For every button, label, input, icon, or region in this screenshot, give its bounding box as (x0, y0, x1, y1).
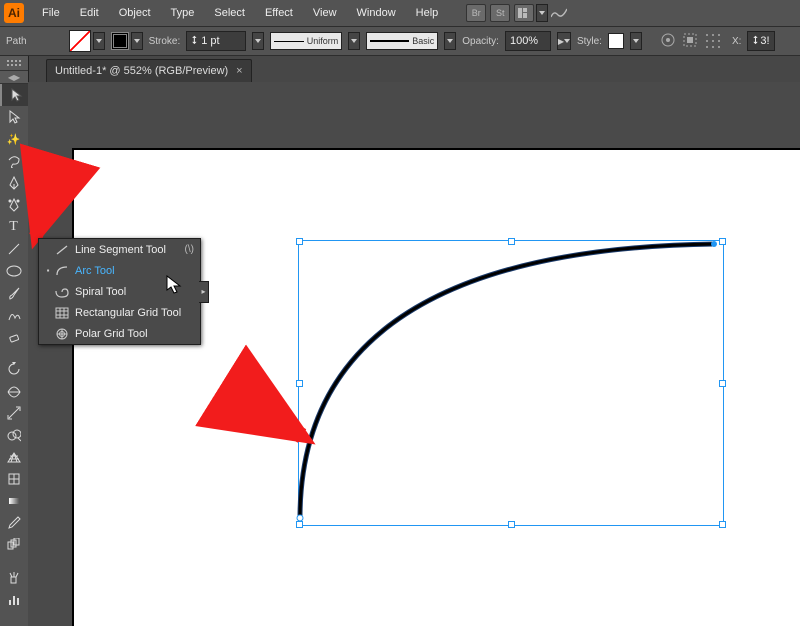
flyout-item-label: Rectangular Grid Tool (75, 307, 181, 319)
tool-panel-arrows[interactable]: ◀▶ (0, 71, 28, 84)
brush-preview[interactable]: Basic (366, 32, 438, 50)
flyout-item-label: Line Segment Tool (75, 244, 166, 256)
flyout-line-segment-tool[interactable]: Line Segment Tool (\) (39, 239, 200, 260)
line-tools-flyout: Line Segment Tool (\) ▪ Arc Tool Spiral … (38, 238, 201, 345)
width-tool[interactable] (0, 380, 27, 402)
eyedropper-tool[interactable] (0, 512, 27, 534)
rectangular-grid-icon (53, 307, 71, 319)
graphic-style-swatch[interactable] (608, 33, 624, 49)
selection-handle-sw[interactable] (296, 521, 303, 528)
stroke-swatch[interactable] (111, 32, 129, 50)
menu-effect[interactable]: Effect (255, 0, 303, 26)
direct-selection-tool[interactable] (0, 106, 27, 128)
stroke-width-field[interactable]: ⭥1 pt (186, 31, 246, 51)
symbol-sprayer-tool[interactable] (0, 566, 27, 588)
align-icon[interactable] (682, 32, 698, 51)
flyout-tearoff-handle[interactable] (199, 281, 209, 303)
stroke-width-dropdown[interactable] (252, 32, 264, 50)
menu-type[interactable]: Type (161, 0, 205, 26)
menu-window[interactable]: Window (347, 0, 406, 26)
x-label: X: (732, 36, 741, 47)
tool-panel-grip[interactable] (0, 56, 28, 71)
flyout-spiral-tool[interactable]: Spiral Tool (39, 281, 200, 302)
illustrator-app-icon: Ai (4, 3, 24, 23)
transform-icon[interactable] (704, 32, 726, 51)
menu-file[interactable]: File (32, 0, 70, 26)
gpu-preview-icon[interactable] (550, 5, 568, 21)
fill-swatch[interactable] (69, 30, 91, 52)
paintbrush-tool[interactable] (0, 282, 27, 304)
magic-wand-tool[interactable]: ✨ (0, 128, 27, 150)
stroke-label: Stroke: (149, 36, 181, 47)
selection-handle-ne[interactable] (719, 238, 726, 245)
stroke-profile-preview[interactable]: Uniform (270, 32, 342, 50)
menu-edit[interactable]: Edit (70, 0, 109, 26)
selection-handle-e[interactable] (719, 380, 726, 387)
opacity-field[interactable]: 100% (505, 31, 551, 51)
flyout-rectangular-grid-tool[interactable]: Rectangular Grid Tool (39, 302, 200, 323)
opacity-label: Opacity: (462, 36, 499, 47)
stock-icon[interactable]: St (490, 4, 510, 22)
bridge-icon[interactable]: Br (466, 4, 486, 22)
tool-panel: ◀▶ ✨ T (0, 56, 29, 626)
menu-help[interactable]: Help (406, 0, 449, 26)
lasso-tool[interactable] (0, 150, 27, 172)
menu-object[interactable]: Object (109, 0, 161, 26)
menu-select[interactable]: Select (204, 0, 255, 26)
brush-dropdown[interactable] (444, 32, 456, 50)
spiral-icon (53, 286, 71, 298)
ellipse-tool[interactable] (0, 260, 27, 282)
flyout-arc-tool[interactable]: ▪ Arc Tool (39, 260, 200, 281)
flyout-item-label: Polar Grid Tool (75, 328, 148, 340)
blend-tool[interactable] (0, 534, 27, 556)
selection-tool[interactable] (0, 84, 29, 106)
selection-handle-n[interactable] (508, 238, 515, 245)
free-transform-tool[interactable] (0, 402, 27, 424)
current-tool-indicator: ▪ (45, 266, 51, 275)
x-field[interactable]: ⭥3! (747, 31, 775, 51)
mesh-tool[interactable] (0, 468, 27, 490)
flyout-item-label: Arc Tool (75, 265, 115, 277)
opacity-dropdown[interactable]: ▶ (557, 32, 571, 50)
perspective-grid-tool[interactable] (0, 446, 27, 468)
pen-tool[interactable] (0, 172, 27, 194)
style-label: Style: (577, 36, 602, 47)
flyout-polar-grid-tool[interactable]: Polar Grid Tool (39, 323, 200, 344)
document-tab-title: Untitled-1* @ 552% (RGB/Preview) (55, 65, 228, 77)
document-tab-close-icon[interactable]: × (236, 65, 242, 77)
graphic-style-dropdown[interactable] (630, 32, 642, 50)
stroke-dropdown[interactable] (131, 32, 143, 50)
selection-bounding-box[interactable] (298, 240, 724, 526)
selection-handle-se[interactable] (719, 521, 726, 528)
selection-handle-nw[interactable] (296, 238, 303, 245)
document-tab[interactable]: Untitled-1* @ 552% (RGB/Preview) × (46, 59, 252, 82)
menu-view[interactable]: View (303, 0, 347, 26)
workspace (28, 82, 800, 626)
line-segment-tool[interactable] (0, 238, 27, 260)
curvature-tool[interactable] (0, 194, 27, 216)
gradient-tool[interactable] (0, 490, 27, 512)
recolor-icon[interactable] (660, 32, 676, 51)
selection-handle-s[interactable] (508, 521, 515, 528)
shape-builder-tool[interactable] (0, 424, 27, 446)
arrange-docs-icon[interactable] (514, 4, 534, 22)
selection-type-label: Path (6, 36, 27, 47)
type-tool[interactable]: T (0, 216, 27, 238)
selection-handle-w[interactable] (296, 380, 303, 387)
polar-grid-icon (53, 328, 71, 340)
flyout-item-label: Spiral Tool (75, 286, 126, 298)
line-segment-icon (53, 244, 71, 256)
fill-dropdown[interactable] (93, 32, 105, 50)
arc-icon (53, 265, 71, 277)
stroke-profile-dropdown[interactable] (348, 32, 360, 50)
shaper-tool[interactable] (0, 304, 27, 326)
arrange-docs-dropdown[interactable] (536, 4, 548, 22)
rotate-tool[interactable] (0, 358, 27, 380)
flyout-item-shortcut: (\) (185, 244, 194, 255)
column-graph-tool[interactable] (0, 588, 27, 610)
eraser-tool[interactable] (0, 326, 27, 348)
